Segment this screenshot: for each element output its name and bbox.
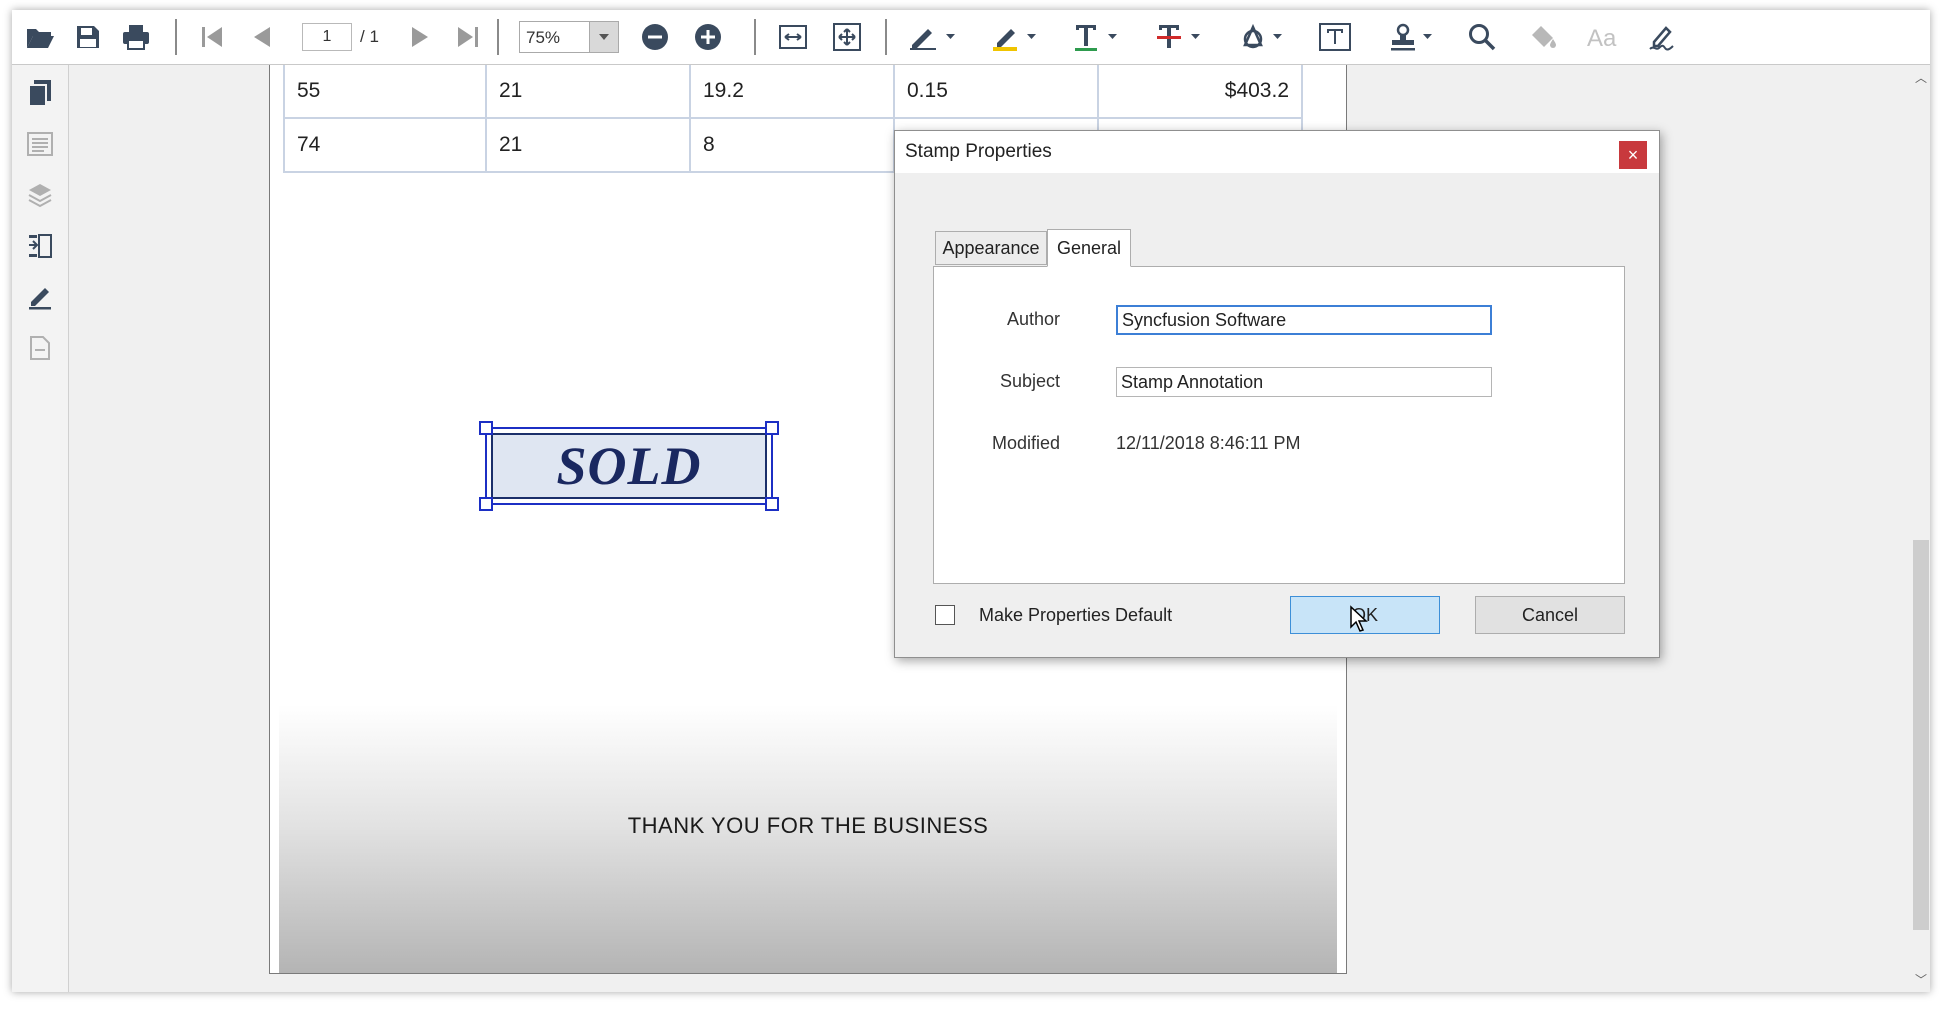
dialog-title: Stamp Properties [905, 141, 1052, 162]
resize-handle-top-left[interactable] [479, 421, 493, 435]
mouse-cursor-icon [1349, 605, 1369, 638]
left-navigation-pane [12, 65, 69, 992]
ink-pen-icon[interactable] [905, 20, 961, 54]
open-file-icon[interactable] [22, 20, 58, 54]
layers-icon[interactable] [24, 179, 56, 211]
highlight-icon[interactable] [988, 20, 1044, 54]
scrollbar-thumb[interactable] [1913, 540, 1929, 930]
stamp-properties-dialog: Stamp Properties × Appearance General Au… [894, 130, 1660, 658]
next-page-icon[interactable] [402, 20, 438, 54]
page-number-input[interactable] [302, 23, 352, 51]
svg-text:Aa: Aa [1587, 25, 1617, 50]
toolbar-separator [175, 19, 177, 55]
scroll-down-icon[interactable]: ﹀ [1915, 971, 1927, 988]
dialog-title-bar[interactable]: Stamp Properties × [895, 131, 1659, 173]
scroll-up-icon[interactable]: ︿ [1915, 69, 1927, 86]
stamp-body: SOLD [491, 433, 767, 499]
toolbar: / 1 75% [12, 10, 1930, 65]
table-cell: 19.2 [691, 65, 895, 119]
modified-label: Modified [991, 433, 1060, 453]
organize-pages-icon[interactable] [24, 230, 56, 262]
author-label: Author [1006, 309, 1060, 329]
fit-width-icon[interactable] [775, 20, 811, 54]
resize-handle-top-right[interactable] [765, 421, 779, 435]
zoom-value: 75% [526, 28, 561, 47]
general-tab-panel: Author Subject Modified 12/11/2018 8:46:… [933, 266, 1625, 584]
resize-handle-bottom-right[interactable] [765, 497, 779, 511]
signature-icon[interactable] [1646, 20, 1682, 54]
close-icon: × [1627, 144, 1639, 165]
cancel-button-label: Cancel [1521, 604, 1579, 625]
first-page-icon[interactable] [194, 20, 230, 54]
stamp-text: SOLD [556, 436, 702, 496]
close-button[interactable]: × [1619, 141, 1647, 169]
tab-appearance[interactable]: Appearance [935, 231, 1047, 265]
zoom-select[interactable]: 75% [519, 21, 619, 53]
zoom-out-icon[interactable] [637, 20, 673, 54]
free-text-icon[interactable] [1317, 20, 1353, 54]
fill-icon[interactable] [1526, 20, 1562, 54]
stamp-icon[interactable] [1384, 20, 1440, 54]
table-cell: 8 [691, 119, 895, 173]
table-cell: 21 [487, 65, 691, 119]
page-total: / 1 [360, 27, 379, 46]
table-cell: 21 [487, 119, 691, 173]
last-page-icon[interactable] [450, 20, 486, 54]
strikethrough-icon[interactable] [1152, 20, 1208, 54]
subject-label: Subject [999, 371, 1060, 391]
chevron-down-icon[interactable] [589, 22, 618, 52]
vertical-scrollbar[interactable]: ︿ ﹀ [1912, 65, 1930, 992]
footer-text: THANK YOU FOR THE BUSINESS [627, 813, 989, 838]
make-properties-default-checkbox[interactable] [935, 605, 955, 625]
signatures-icon[interactable] [24, 281, 56, 313]
modified-value: 12/11/2018 8:46:11 PM [1116, 433, 1301, 453]
subject-field[interactable] [1116, 367, 1492, 397]
resize-handle-bottom-left[interactable] [479, 497, 493, 511]
text-markup-icon[interactable] [1069, 20, 1125, 54]
shape-icon[interactable] [1234, 20, 1290, 54]
toolbar-separator [497, 19, 499, 55]
pdf-viewer-window: / 1 75% [12, 10, 1930, 992]
table-cell: 55 [283, 65, 487, 119]
page-thumbnails-icon[interactable] [24, 77, 56, 109]
print-icon[interactable] [118, 20, 154, 54]
font-icon[interactable]: Aa [1586, 20, 1622, 54]
page-footer-band: THANK YOU FOR THE BUSINESS [279, 705, 1337, 973]
toolbar-separator [754, 19, 756, 55]
table-cell: $403.2 [1099, 65, 1303, 119]
table-cell: 0.15 [895, 65, 1099, 119]
attachments-icon[interactable] [24, 332, 56, 364]
make-properties-default-label[interactable]: Make Properties Default [979, 605, 1172, 626]
horizontal-scrollbar[interactable] [69, 974, 1912, 992]
zoom-in-icon[interactable] [690, 20, 726, 54]
table-cell: 74 [283, 119, 487, 173]
toolbar-separator [885, 19, 887, 55]
tab-general[interactable]: General [1047, 229, 1131, 267]
cancel-button[interactable]: Cancel [1475, 596, 1625, 634]
search-icon[interactable] [1464, 20, 1500, 54]
previous-page-icon[interactable] [244, 20, 280, 54]
fit-page-icon[interactable] [829, 20, 865, 54]
sold-stamp-annotation[interactable]: SOLD [479, 421, 779, 511]
bookmarks-icon[interactable] [24, 128, 56, 160]
author-field[interactable] [1116, 305, 1492, 335]
save-icon[interactable] [70, 20, 106, 54]
